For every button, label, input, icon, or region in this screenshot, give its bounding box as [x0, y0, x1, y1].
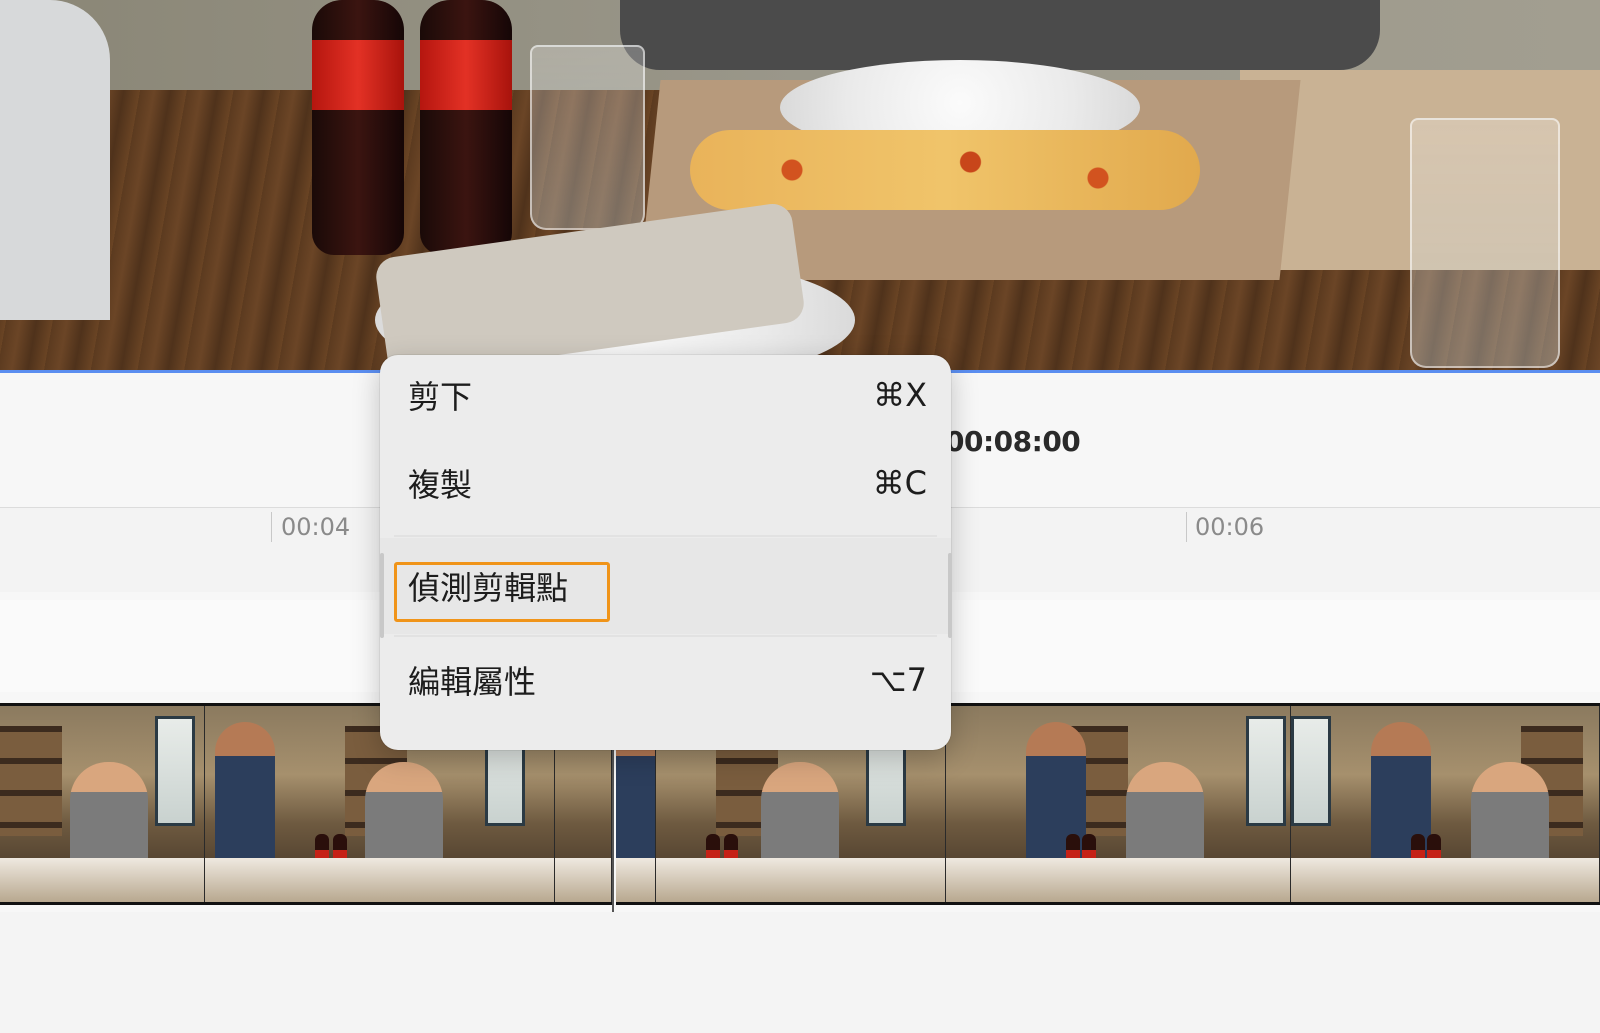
menu-scrollbar [948, 553, 952, 638]
timeline-track[interactable] [0, 912, 1600, 1033]
preview-chair [0, 0, 110, 320]
menu-item-shortcut: ⌘C [872, 464, 927, 502]
clip-thumbnail [946, 706, 1291, 902]
ruler-tick-label: 00:04 [281, 513, 351, 541]
menu-item-label: 複製 [408, 466, 473, 504]
menu-separator [394, 635, 937, 637]
clip-thumbnail [0, 706, 205, 902]
menu-item-label: 剪下 [408, 378, 473, 416]
preview-cola-bottle [312, 0, 404, 255]
menu-item-cut[interactable]: 剪下 ⌘X [380, 355, 951, 435]
menu-edge [380, 553, 384, 638]
menu-item-label: 編輯屬性 [408, 663, 537, 701]
clip-thumbnail [1291, 706, 1600, 902]
preview-glass [1410, 118, 1560, 368]
preview-cola-bottle [420, 0, 512, 255]
menu-item-copy[interactable]: 複製 ⌘C [380, 443, 951, 523]
menu-item-edit-properties[interactable]: 編輯屬性 ⌥7 [380, 640, 951, 720]
ruler-tick [1186, 512, 1187, 542]
menu-separator [394, 535, 937, 537]
highlight-box [394, 562, 610, 622]
preview-person [620, 0, 1380, 70]
ruler-tick [271, 512, 272, 542]
video-preview[interactable] [0, 0, 1600, 372]
ruler-tick-label: 00:06 [1195, 513, 1265, 541]
current-timecode: 00:08:00 [945, 425, 1081, 458]
preview-pizza [690, 130, 1200, 210]
menu-item-shortcut: ⌥7 [869, 661, 927, 699]
video-editor: 00:08:00 00:04 00:06 剪下 ⌘X 複製 ⌘C 偵測剪輯點 編… [0, 0, 1600, 1033]
preview-glass [530, 45, 645, 230]
menu-item-shortcut: ⌘X [873, 376, 927, 414]
context-menu: 剪下 ⌘X 複製 ⌘C 偵測剪輯點 編輯屬性 ⌥7 [380, 355, 951, 750]
